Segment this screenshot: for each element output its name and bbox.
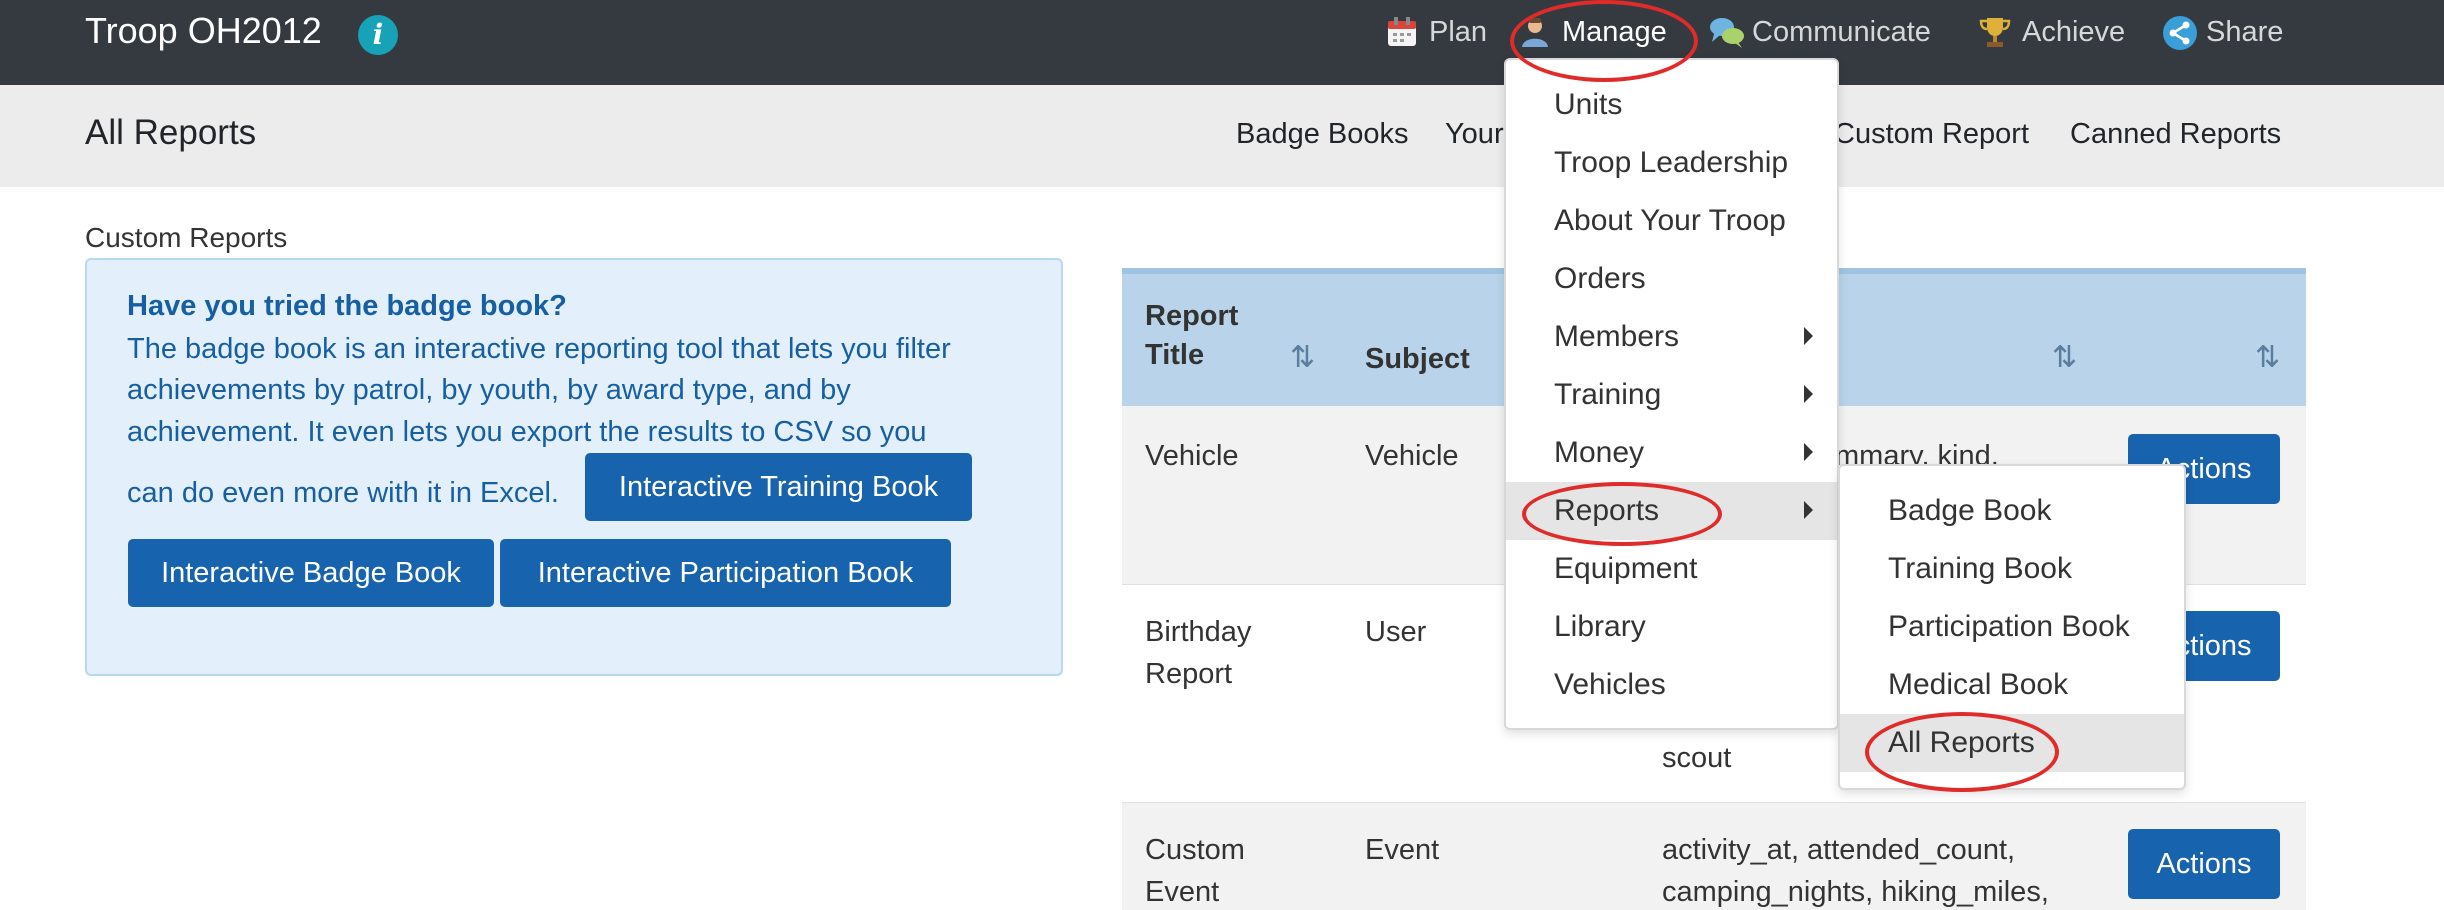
menu-item-label: Money — [1554, 436, 1645, 469]
row-title: Report — [1145, 658, 1233, 690]
nav-communicate-label: Communicate — [1752, 15, 1931, 48]
menu-item-label: Orders — [1554, 262, 1646, 295]
menu-item-about-your-troop[interactable]: About Your Troop — [1506, 192, 1837, 250]
col-report-title-line2: Title — [1145, 339, 1205, 371]
nav-achieve-label: Achieve — [2022, 15, 2126, 48]
custom-reports-heading: Custom Reports — [85, 222, 288, 253]
share-icon — [2162, 15, 2197, 50]
sort-icon[interactable]: ⇅ — [2255, 340, 2280, 375]
sort-icon[interactable]: ⇅ — [2052, 340, 2077, 375]
row-fields: camping_nights, hiking_miles, — [1662, 876, 2049, 908]
menu-item-troop-leadership[interactable]: Troop Leadership — [1506, 134, 1837, 192]
col-subject[interactable]: Subject — [1365, 343, 1470, 376]
trophy-icon — [1978, 15, 2012, 49]
menu-item-label: Reports — [1554, 494, 1660, 527]
submenu-caret-icon — [1804, 501, 1813, 519]
menu-item-label: Troop Leadership — [1554, 146, 1789, 179]
sort-icon[interactable]: ⇅ — [1290, 340, 1315, 375]
nav-plan-label: Plan — [1429, 15, 1488, 48]
interactive-training-book-button[interactable]: Interactive Training Book — [585, 453, 972, 521]
menu-item-label: Vehicles — [1554, 668, 1666, 701]
actions-button[interactable]: Actions — [2128, 829, 2280, 899]
row-subject: Vehicle — [1365, 440, 1459, 472]
submenu-caret-icon — [1804, 385, 1813, 403]
menu-item-members[interactable]: Members — [1506, 308, 1837, 366]
interactive-participation-book-button[interactable]: Interactive Participation Book — [500, 539, 951, 607]
col-report-title-line1: Report — [1145, 300, 1239, 332]
nav-plan[interactable]: Plan — [1385, 12, 1487, 52]
submenu-caret-icon — [1804, 327, 1813, 345]
menu-item-label: About Your Troop — [1554, 204, 1786, 237]
menu-item-money[interactable]: Money — [1506, 424, 1837, 482]
nav-share[interactable]: Share — [2162, 12, 2283, 52]
menu-item-reports[interactable]: Reports — [1506, 482, 1837, 540]
submenu-item-training-book[interactable]: Training Book — [1840, 540, 2184, 598]
menu-item-training[interactable]: Training — [1506, 366, 1837, 424]
callout-line: achievement. It even lets you export the… — [127, 416, 927, 448]
row-title: Event — [1145, 876, 1220, 908]
link-canned-reports[interactable]: Canned Reports — [2070, 118, 2281, 151]
menu-item-label: Library — [1554, 610, 1646, 643]
interactive-badge-book-button[interactable]: Interactive Badge Book — [128, 539, 494, 607]
submenu-item-participation-book[interactable]: Participation Book — [1840, 598, 2184, 656]
nav-manage-label: Manage — [1562, 15, 1667, 48]
menu-item-label: Units — [1554, 88, 1623, 121]
nav-manage[interactable]: Manage — [1518, 12, 1667, 52]
nav-achieve[interactable]: Achieve — [1978, 12, 2125, 52]
row-subject: User — [1365, 616, 1427, 648]
submenu-item-all-reports[interactable]: All Reports — [1840, 714, 2184, 772]
submenu-item-label: Badge Book — [1888, 494, 2052, 527]
row-fields: scout — [1662, 742, 1732, 774]
link-badge-books[interactable]: Badge Books — [1236, 118, 1409, 151]
link-your[interactable]: Your — [1445, 118, 1504, 151]
row-subject: Event — [1365, 834, 1440, 866]
row-fields: activity_at, attended_count, — [1662, 834, 2016, 866]
menu-item-label: Members — [1554, 320, 1680, 353]
row-title: Vehicle — [1145, 440, 1239, 472]
row-title: Birthday — [1145, 616, 1252, 648]
nav-share-label: Share — [2206, 15, 2284, 48]
submenu-item-label: Training Book — [1888, 552, 2072, 585]
col-report-title[interactable]: Report Title — [1145, 300, 1238, 372]
menu-item-label: Equipment — [1554, 552, 1698, 585]
nav-communicate[interactable]: Communicate — [1708, 12, 1931, 52]
troop-brand[interactable]: Troop OH2012 — [85, 10, 322, 52]
person-icon — [1518, 15, 1552, 49]
row-title: Custom — [1145, 834, 1245, 866]
menu-item-equipment[interactable]: Equipment — [1506, 540, 1837, 598]
submenu-item-badge-book[interactable]: Badge Book — [1840, 482, 2184, 540]
submenu-item-label: Participation Book — [1888, 610, 2130, 643]
link-custom-report[interactable]: Custom Report — [1834, 118, 2029, 151]
callout-line: The badge book is an interactive reporti… — [127, 333, 951, 365]
speech-bubbles-icon — [1708, 15, 1744, 49]
menu-item-vehicles[interactable]: Vehicles — [1506, 656, 1837, 714]
menu-item-units[interactable]: Units — [1506, 76, 1837, 134]
submenu-item-medical-book[interactable]: Medical Book — [1840, 656, 2184, 714]
callout-title: Have you tried the badge book? — [127, 290, 567, 322]
calendar-icon — [1385, 15, 1419, 49]
menu-item-label: Training — [1554, 378, 1662, 411]
page-title: All Reports — [85, 113, 257, 152]
info-icon[interactable]: i — [358, 15, 398, 55]
menu-item-library[interactable]: Library — [1506, 598, 1837, 656]
submenu-item-label: All Reports — [1888, 726, 2035, 759]
submenu-item-label: Medical Book — [1888, 668, 2069, 701]
menu-item-orders[interactable]: Orders — [1506, 250, 1837, 308]
submenu-caret-icon — [1804, 443, 1813, 461]
callout-line: achievements by patrol, by youth, by awa… — [127, 374, 851, 406]
